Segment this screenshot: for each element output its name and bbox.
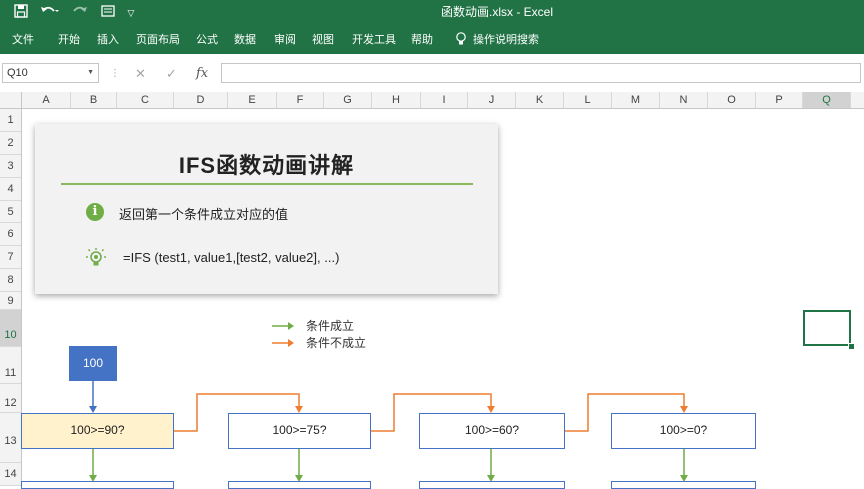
true-connector-2 <box>295 449 303 482</box>
result-box-2 <box>228 481 371 489</box>
input-arrow <box>89 381 97 413</box>
result-box-1 <box>21 481 174 489</box>
condition-box-3: 100>=60? <box>419 413 565 449</box>
condition-box-1: 100>=90? <box>21 413 174 449</box>
result-box-3 <box>419 481 565 489</box>
result-box-4 <box>611 481 756 489</box>
true-connector-3 <box>487 449 495 482</box>
input-value-box: 100 <box>69 346 117 381</box>
true-connector-4 <box>680 449 688 482</box>
condition-box-4: 100>=0? <box>611 413 756 449</box>
condition-box-2: 100>=75? <box>228 413 371 449</box>
true-connector-1 <box>89 449 97 482</box>
